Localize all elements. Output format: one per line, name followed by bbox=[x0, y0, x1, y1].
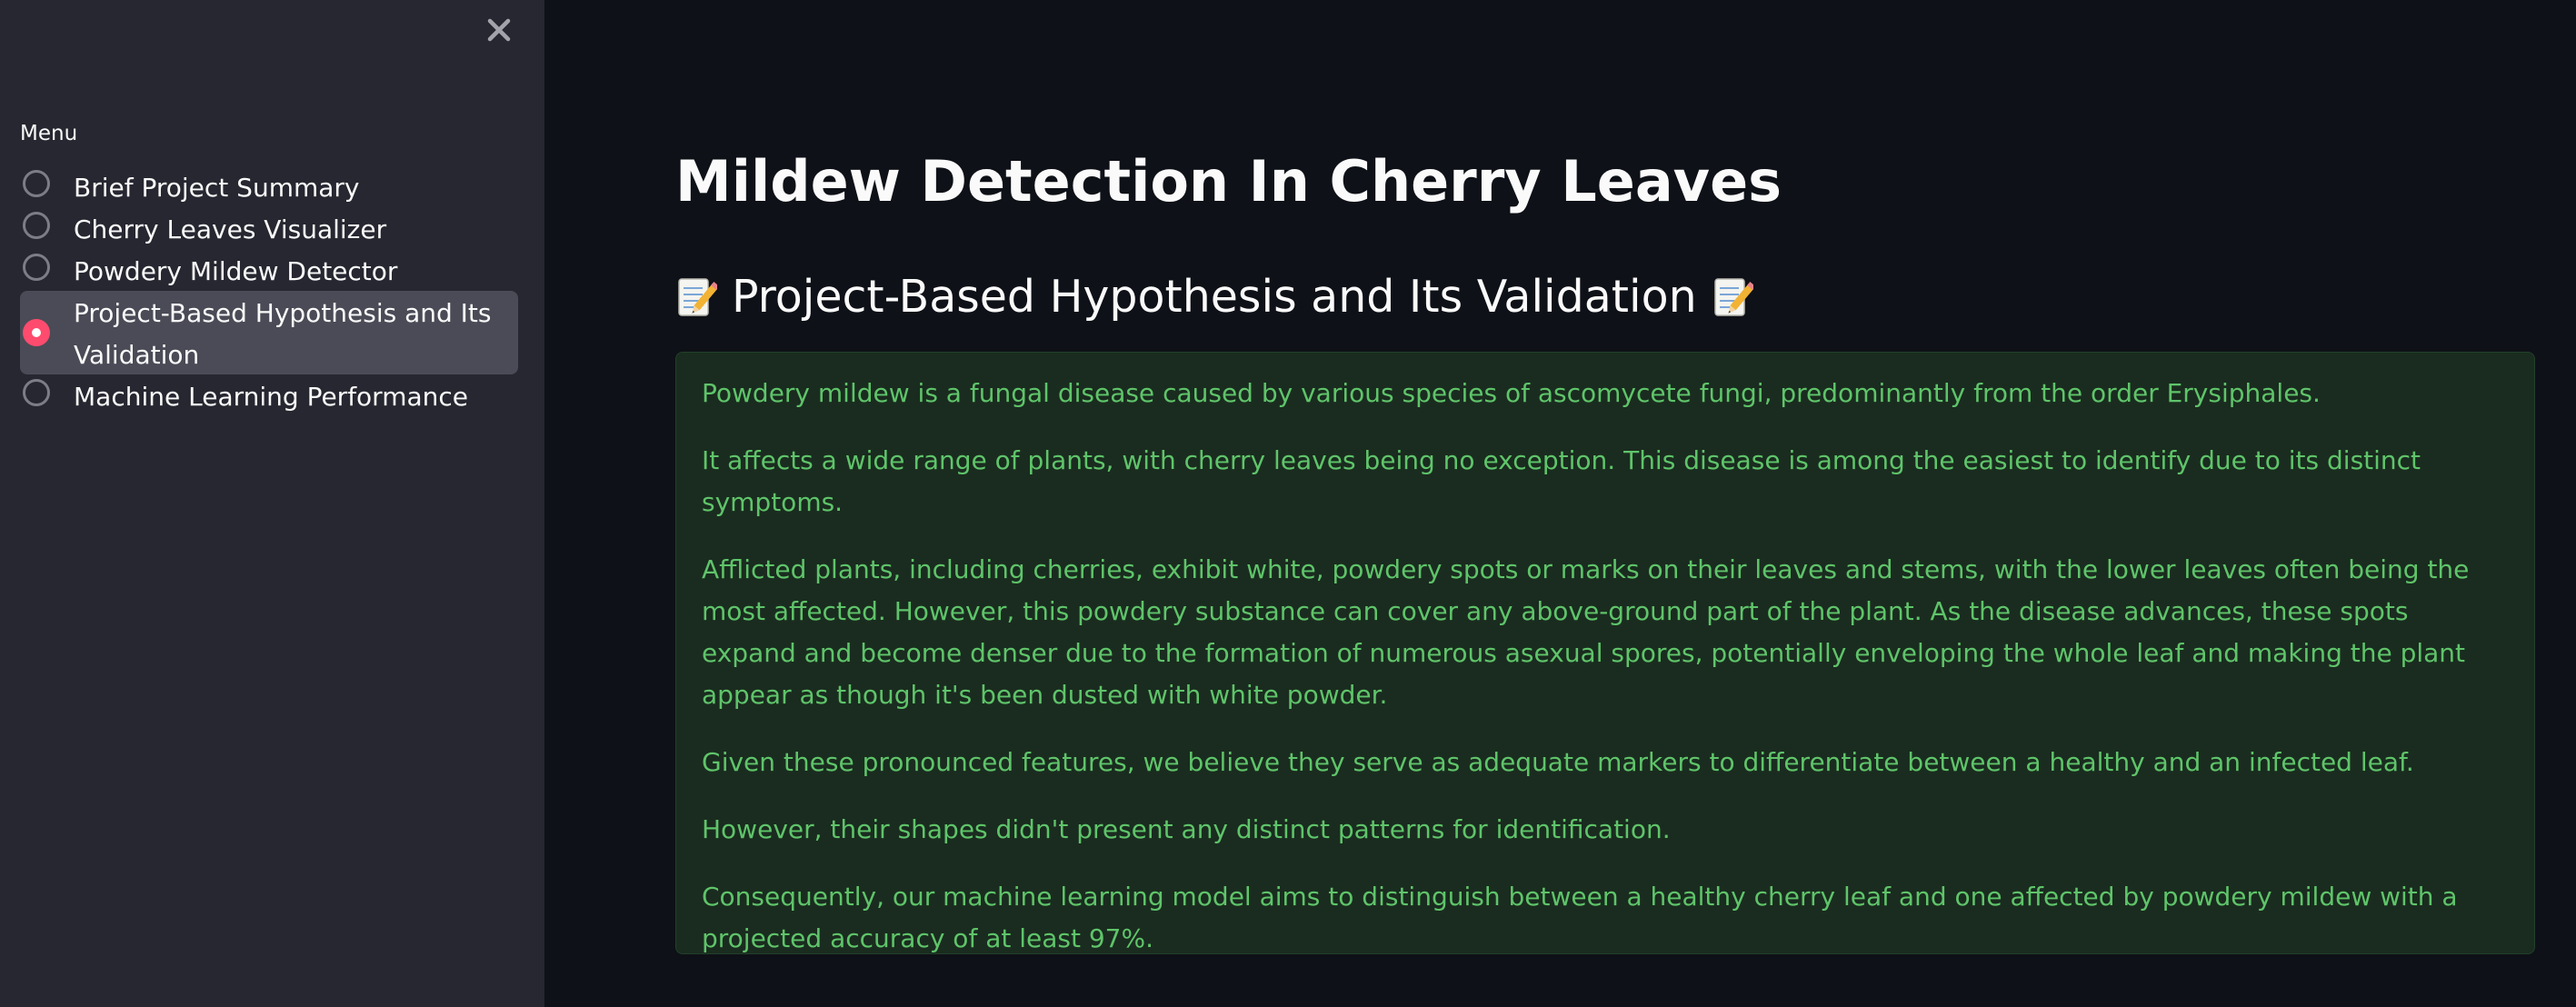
menu-item-label: Project-Based Hypothesis and Its Validat… bbox=[74, 298, 492, 370]
paragraph-impact: It affects a wide range of plants, with … bbox=[702, 445, 2421, 517]
paragraph-definition: Powdery mildew is a fungal disease cause… bbox=[702, 378, 2321, 408]
paragraph-shapes: However, their shapes didn't present any… bbox=[702, 814, 1671, 844]
sidebar: Menu Brief Project Summary Cherry Leaves… bbox=[0, 0, 544, 1007]
radio-button[interactable] bbox=[23, 254, 50, 281]
menu-item-ml-performance[interactable]: Machine Learning Performance bbox=[20, 374, 518, 416]
page-title: Mildew Detection In Cherry Leaves bbox=[675, 148, 1782, 214]
menu-item-hypothesis-validation[interactable]: Project-Based Hypothesis and Its Validat… bbox=[20, 291, 518, 374]
menu-item-brief-project-summary[interactable]: Brief Project Summary bbox=[20, 165, 518, 207]
memo-icon bbox=[675, 275, 720, 319]
radio-button-selected[interactable] bbox=[23, 319, 50, 346]
menu-item-label: Machine Learning Performance bbox=[74, 382, 468, 412]
paragraph-goal: Consequently, our machine learning model… bbox=[702, 882, 2458, 953]
section-heading: Project-Based Hypothesis and Its Validat… bbox=[675, 271, 1756, 323]
menu-item-label: Brief Project Summary bbox=[74, 173, 360, 203]
radio-button[interactable] bbox=[23, 379, 50, 406]
app-root: Menu Brief Project Summary Cherry Leaves… bbox=[0, 0, 2576, 1007]
success-message-box: Powdery mildew is a fungal disease cause… bbox=[675, 352, 2535, 954]
section-heading-text: Project-Based Hypothesis and Its Validat… bbox=[732, 271, 1697, 323]
menu-label: Menu bbox=[20, 122, 78, 145]
memo-icon bbox=[1712, 275, 1756, 319]
menu-item-cherry-leaves-visualizer[interactable]: Cherry Leaves Visualizer bbox=[20, 207, 518, 249]
paragraph-hypothesis: Given these pronounced features, we beli… bbox=[702, 747, 2414, 777]
close-icon bbox=[487, 18, 511, 42]
paragraph-symptoms: Afflicted plants, including cherries, ex… bbox=[702, 554, 2470, 710]
radio-button[interactable] bbox=[23, 170, 50, 197]
menu-item-label: Powdery Mildew Detector bbox=[74, 256, 398, 286]
close-sidebar-button[interactable] bbox=[482, 13, 516, 47]
menu-radio-group: Brief Project Summary Cherry Leaves Visu… bbox=[20, 165, 518, 416]
menu-item-label: Cherry Leaves Visualizer bbox=[74, 214, 387, 244]
menu-item-powdery-mildew-detector[interactable]: Powdery Mildew Detector bbox=[20, 249, 518, 291]
radio-button[interactable] bbox=[23, 212, 50, 239]
